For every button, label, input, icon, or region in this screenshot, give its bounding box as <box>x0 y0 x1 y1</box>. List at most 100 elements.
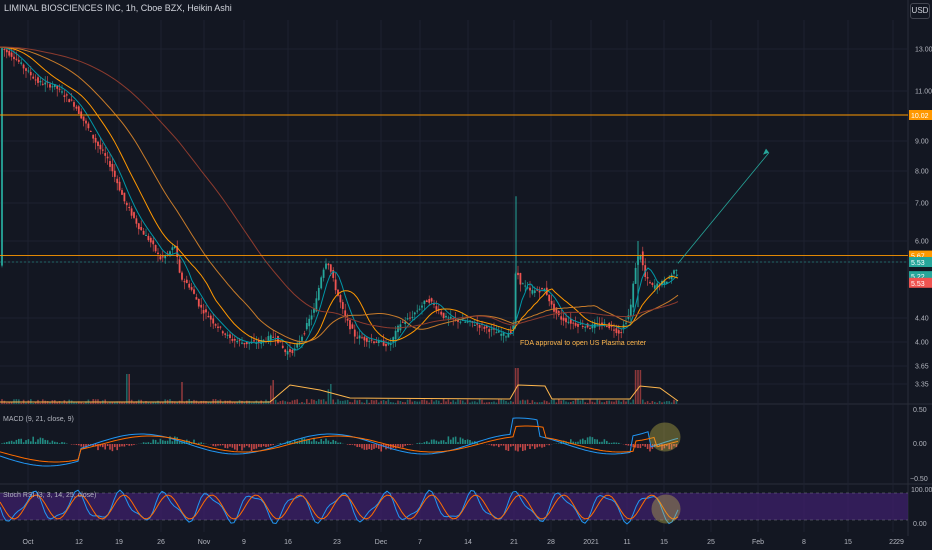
candle-body <box>303 333 306 335</box>
volume-bar <box>325 401 327 404</box>
rsi-axis-label: 0.00 <box>913 521 927 528</box>
candle-body <box>157 252 159 254</box>
candle-body <box>473 324 476 326</box>
volume-bar <box>334 402 337 404</box>
volume-bar <box>668 401 670 404</box>
candle-body <box>140 227 143 231</box>
macd-histogram-bar <box>157 442 159 444</box>
volume-bar <box>298 402 301 404</box>
candle-body <box>39 80 42 83</box>
volume-bar <box>471 401 474 404</box>
price-axis-label: 3.65 <box>915 364 929 371</box>
candle-body <box>495 332 498 334</box>
candle-body <box>145 234 147 236</box>
time-axis-label: 16 <box>284 539 292 546</box>
volume-bar <box>210 402 212 404</box>
macd-histogram-bar <box>159 438 162 444</box>
candle-body <box>94 137 97 143</box>
macd-histogram-bar <box>579 439 582 444</box>
candle-body <box>430 298 433 302</box>
candle-body <box>17 59 20 62</box>
price-tag-label: 10.02 <box>911 113 929 120</box>
chart-canvas[interactable]: FDA approval to open US Plasma center MA… <box>0 0 932 550</box>
candle-body <box>375 341 378 343</box>
candle-body <box>625 322 627 324</box>
moving-averages <box>0 46 679 351</box>
macd-histogram-bar <box>30 441 32 444</box>
candle-body <box>413 312 416 315</box>
candle-body <box>502 332 505 336</box>
volume-bar <box>402 401 404 404</box>
volume-bar <box>349 401 351 404</box>
macd-histogram-bar <box>625 444 627 446</box>
volume-bar <box>416 401 418 404</box>
macd-histogram-bar <box>13 441 15 444</box>
macd-histogram-bar <box>258 444 260 447</box>
candle-body <box>459 321 462 323</box>
volume-bar <box>82 402 85 404</box>
macd-histogram-bar <box>490 444 493 446</box>
macd-histogram-bar <box>104 444 106 450</box>
macd-histogram-bar <box>373 444 375 449</box>
volume-bar <box>502 399 505 404</box>
volume-bar <box>277 402 279 404</box>
volume-bar <box>469 402 471 404</box>
volume-bar <box>411 401 414 404</box>
macd-histogram-bar <box>498 444 500 448</box>
macd-histogram-bar <box>229 444 231 447</box>
candle-body <box>603 322 606 324</box>
candle-body <box>488 329 491 332</box>
macd-histogram-bar <box>375 444 378 448</box>
volume-bar <box>464 402 466 404</box>
macd-histogram-bar <box>327 440 330 444</box>
candle-body <box>133 212 135 218</box>
candle-body <box>322 269 325 278</box>
volume-bar <box>634 370 637 404</box>
candle-body <box>27 70 30 72</box>
candle-body <box>236 340 239 343</box>
volume-bar <box>370 399 373 404</box>
macd-histogram-bar <box>22 442 25 444</box>
candle-body <box>620 332 623 334</box>
price-axis-label: 6.00 <box>915 239 929 246</box>
macd-histogram-bar <box>358 444 361 448</box>
candle-body <box>406 318 409 320</box>
macd-histogram-bar <box>356 444 358 448</box>
volume-bar <box>452 400 454 404</box>
candle-body <box>646 277 649 279</box>
candle-body <box>365 337 368 342</box>
volume-bar <box>385 401 387 404</box>
candle-body <box>385 343 387 347</box>
candle-body <box>73 102 75 107</box>
macd-histogram-bar <box>116 444 118 451</box>
macd-histogram-bar <box>346 444 349 445</box>
volume-bar <box>337 399 339 404</box>
macd-histogram-bar <box>514 444 517 451</box>
candle-body <box>169 251 171 255</box>
volume-bar <box>253 402 255 404</box>
volume-bar <box>399 401 402 404</box>
volume-bar <box>308 402 310 404</box>
macd-histogram-bar <box>584 440 586 444</box>
macd-axis-label: 0.00 <box>913 441 927 448</box>
volume-bar <box>284 401 286 404</box>
time-axis-label: 15 <box>844 539 852 546</box>
candle-body <box>639 255 642 260</box>
macd-histogram-bar <box>51 440 54 444</box>
macd-histogram-bar <box>642 444 644 446</box>
candle-body <box>341 302 344 309</box>
macd-histogram-bar <box>241 444 243 451</box>
volume-bar <box>514 368 517 404</box>
macd-histogram-bar <box>586 437 589 444</box>
candle-body <box>550 300 553 305</box>
macd-histogram-bar <box>315 441 318 444</box>
volume-bar <box>622 400 625 404</box>
volume-bar <box>466 399 469 404</box>
candle-body <box>233 338 236 341</box>
candle-body <box>219 326 222 328</box>
volume-bar <box>250 402 253 404</box>
macd-histogram-bar <box>322 441 325 444</box>
macd-histogram-bar <box>145 442 147 444</box>
macd-histogram-bar <box>546 444 548 445</box>
candle-body <box>118 181 121 191</box>
